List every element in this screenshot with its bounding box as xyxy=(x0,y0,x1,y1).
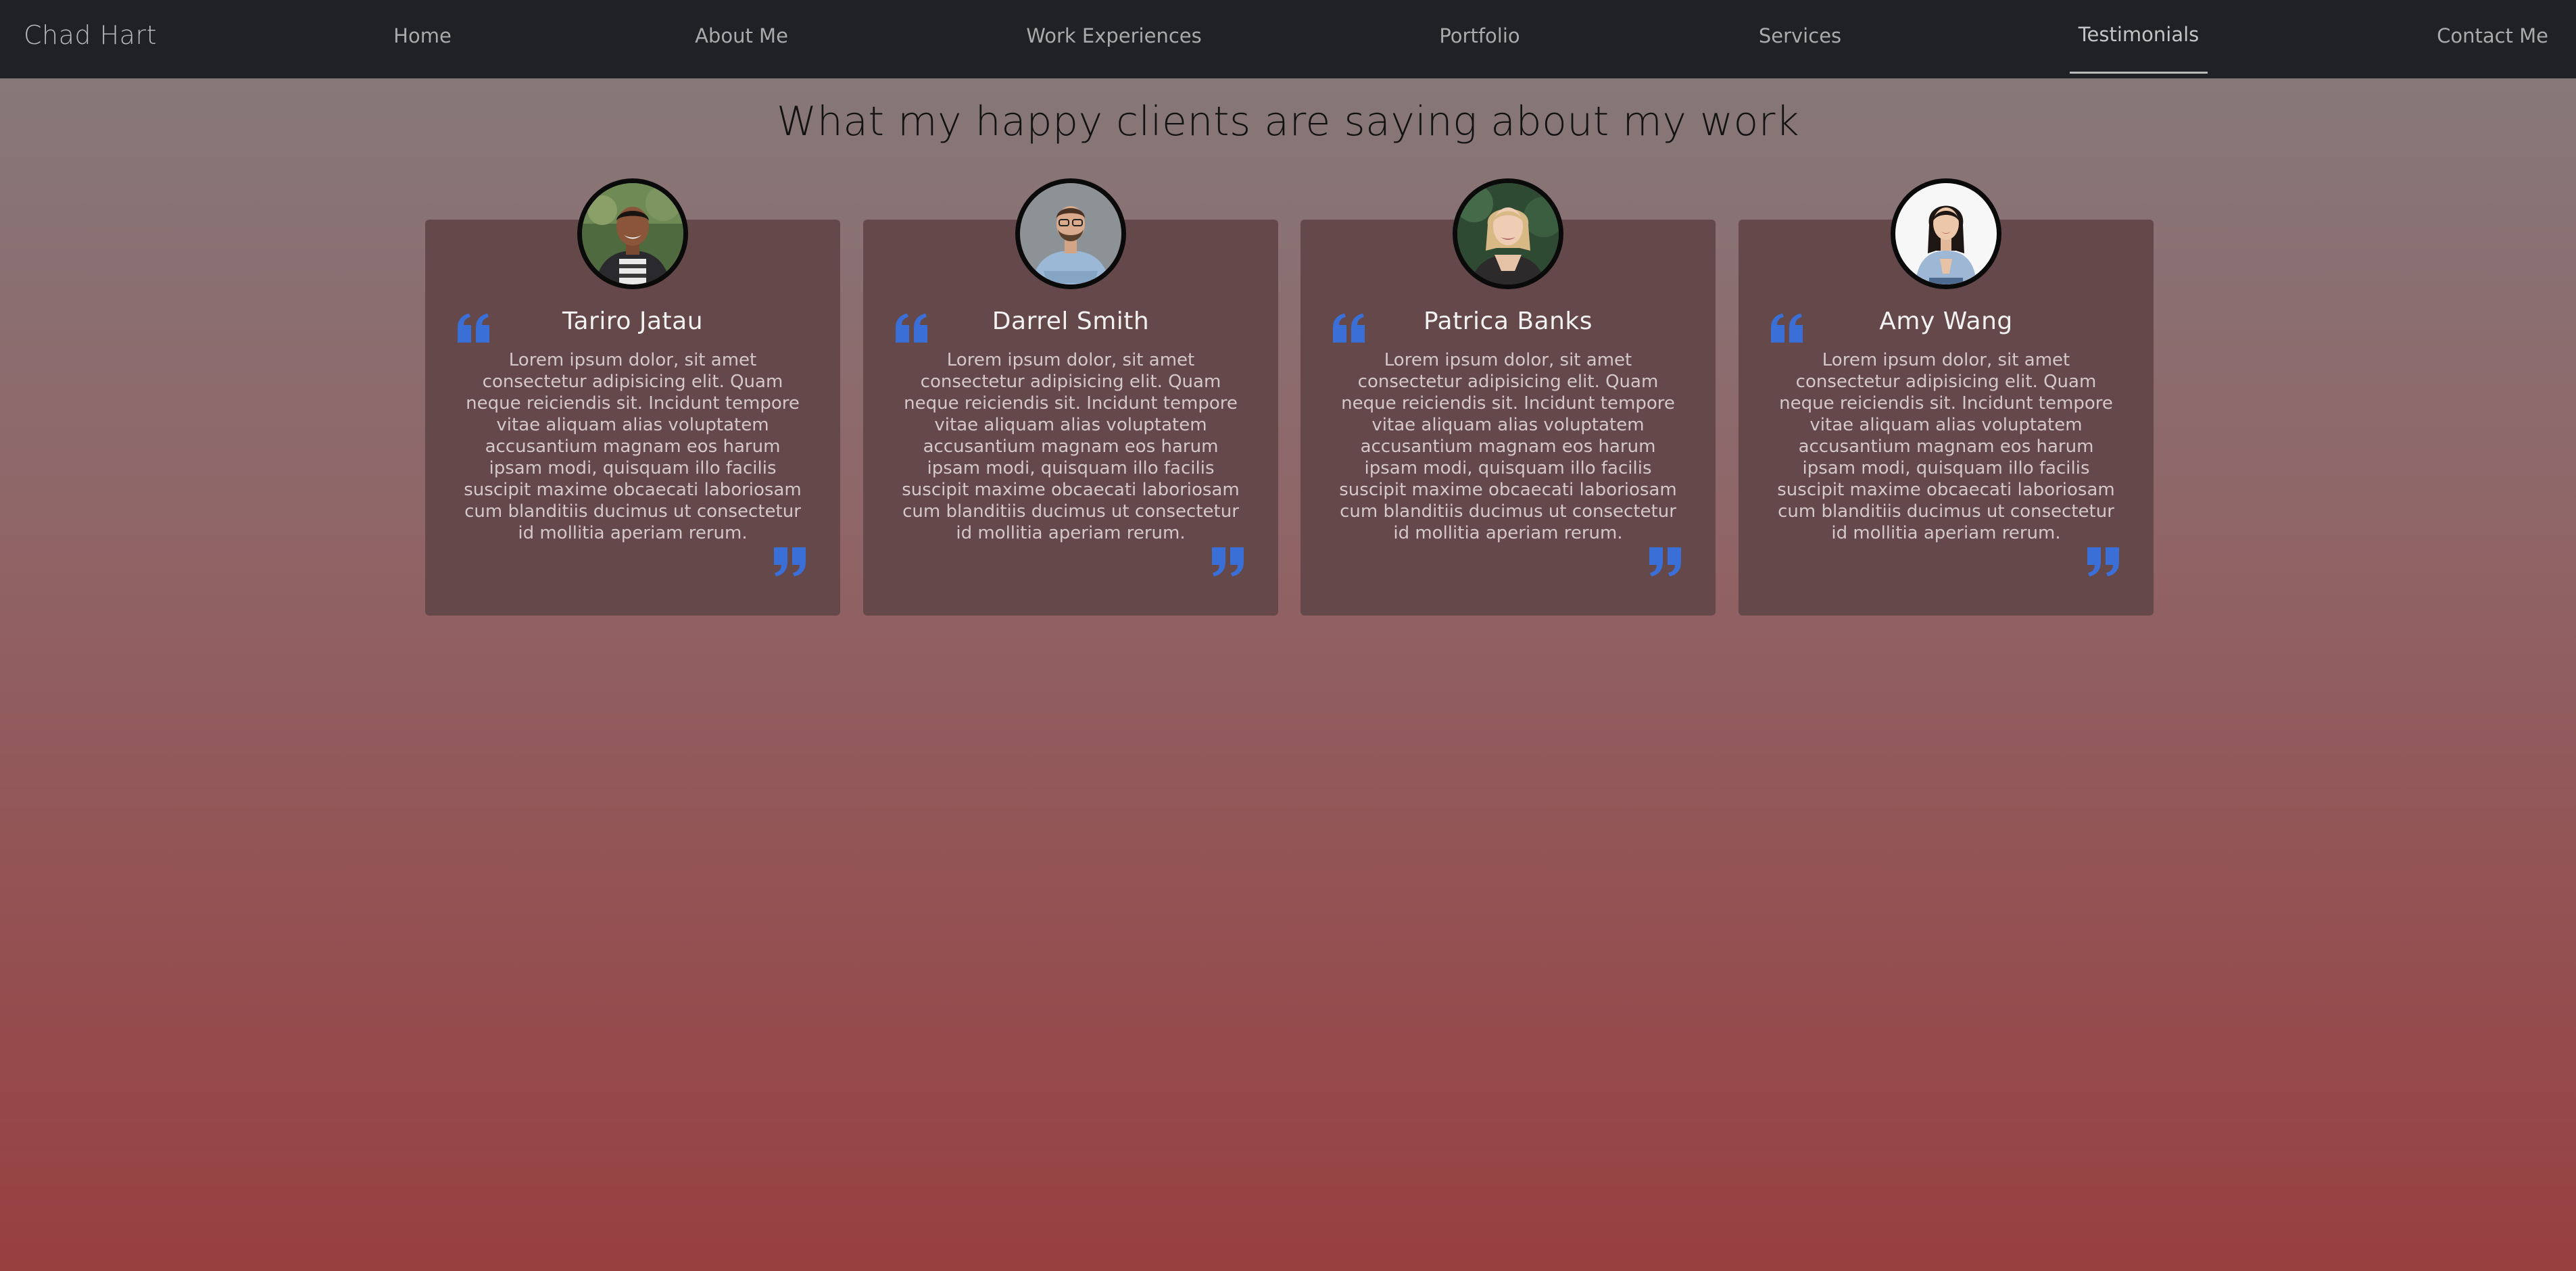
close-quote-icon xyxy=(1212,547,1244,576)
section-title: What my happy clients are saying about m… xyxy=(776,98,1800,145)
testimonial-text: Lorem ipsum dolor, sit amet consectetur … xyxy=(464,350,802,543)
nav-link-contact-me[interactable]: Contact Me xyxy=(2437,24,2548,47)
client-avatar xyxy=(1015,178,1126,289)
client-name: Tariro Jatau xyxy=(562,307,704,335)
client-avatar xyxy=(577,178,688,289)
testimonial-text: Lorem ipsum dolor, sit amet consectetur … xyxy=(1777,350,2115,543)
navbar: Chad Hart Home About Me Work Experiences… xyxy=(0,0,2576,78)
close-quote-icon xyxy=(2087,547,2119,576)
client-avatar xyxy=(1453,178,1563,289)
nav-link-services[interactable]: Services xyxy=(1759,24,1841,47)
testimonial-text: Lorem ipsum dolor, sit amet consectetur … xyxy=(902,350,1240,543)
brand-logo[interactable]: Chad Hart xyxy=(24,20,157,50)
nav-link-portfolio[interactable]: Portfolio xyxy=(1439,24,1520,47)
active-nav-indicator xyxy=(2070,72,2208,74)
nav-link-home[interactable]: Home xyxy=(393,24,452,47)
client-name: Darrel Smith xyxy=(992,307,1150,335)
nav-link-work-experiences[interactable]: Work Experiences xyxy=(1026,24,1202,47)
nav-link-testimonials[interactable]: Testimonials xyxy=(2079,23,2200,46)
client-avatar xyxy=(1891,178,2001,289)
testimonial-text: Lorem ipsum dolor, sit amet consectetur … xyxy=(1339,350,1677,543)
nav-link-about-me[interactable]: About Me xyxy=(695,24,788,47)
close-quote-icon xyxy=(774,547,806,576)
client-name: Amy Wang xyxy=(1879,307,2013,335)
close-quote-icon xyxy=(1649,547,1681,576)
client-name: Patrica Banks xyxy=(1423,307,1593,335)
